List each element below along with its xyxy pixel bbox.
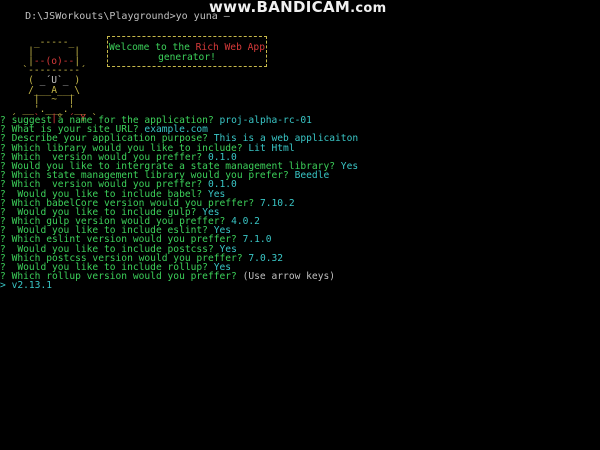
command-prompt-line: D:\JSWorkouts\Playground>yo yuna — [1,3,230,31]
answer-text: Beedle [294,170,330,182]
option-value[interactable]: v2.13.1 [12,280,52,291]
watermark-tld: .com [350,1,387,16]
bandicam-watermark: www.BANDICAM.com [209,0,387,16]
answer-text: 7.10.2 [259,197,295,209]
answer-text: Yes [340,160,359,172]
prompt-answer-list: ? suggest a name for the application? pr… [0,116,358,291]
welcome-text-2: generator! [158,52,216,63]
answer-text: 4.0.2 [231,216,260,228]
pointer-icon: > [0,280,12,292]
arrow-keys-hint: (Use arrow keys) [242,271,336,283]
watermark-main: www.BANDICAM [209,0,351,16]
answer-text: Lit Html [248,142,295,154]
selected-option-line[interactable]: > v2.13.1 [0,280,358,292]
answer-text: proj-alpha-rc-01 [219,115,312,126]
active-question-line: ? Which rollup version would you preffer… [0,271,358,283]
prompt-command: D:\JSWorkouts\Playground>yo yuna [25,11,224,23]
terminal-window[interactable]: D:\JSWorkouts\Playground>yo yuna — www.B… [0,0,600,450]
answer-text: 7.1.0 [242,234,272,246]
welcome-message: Welcome to the Rich Web App generator! [107,43,267,63]
answer-text: 7.0.32 [248,252,284,264]
